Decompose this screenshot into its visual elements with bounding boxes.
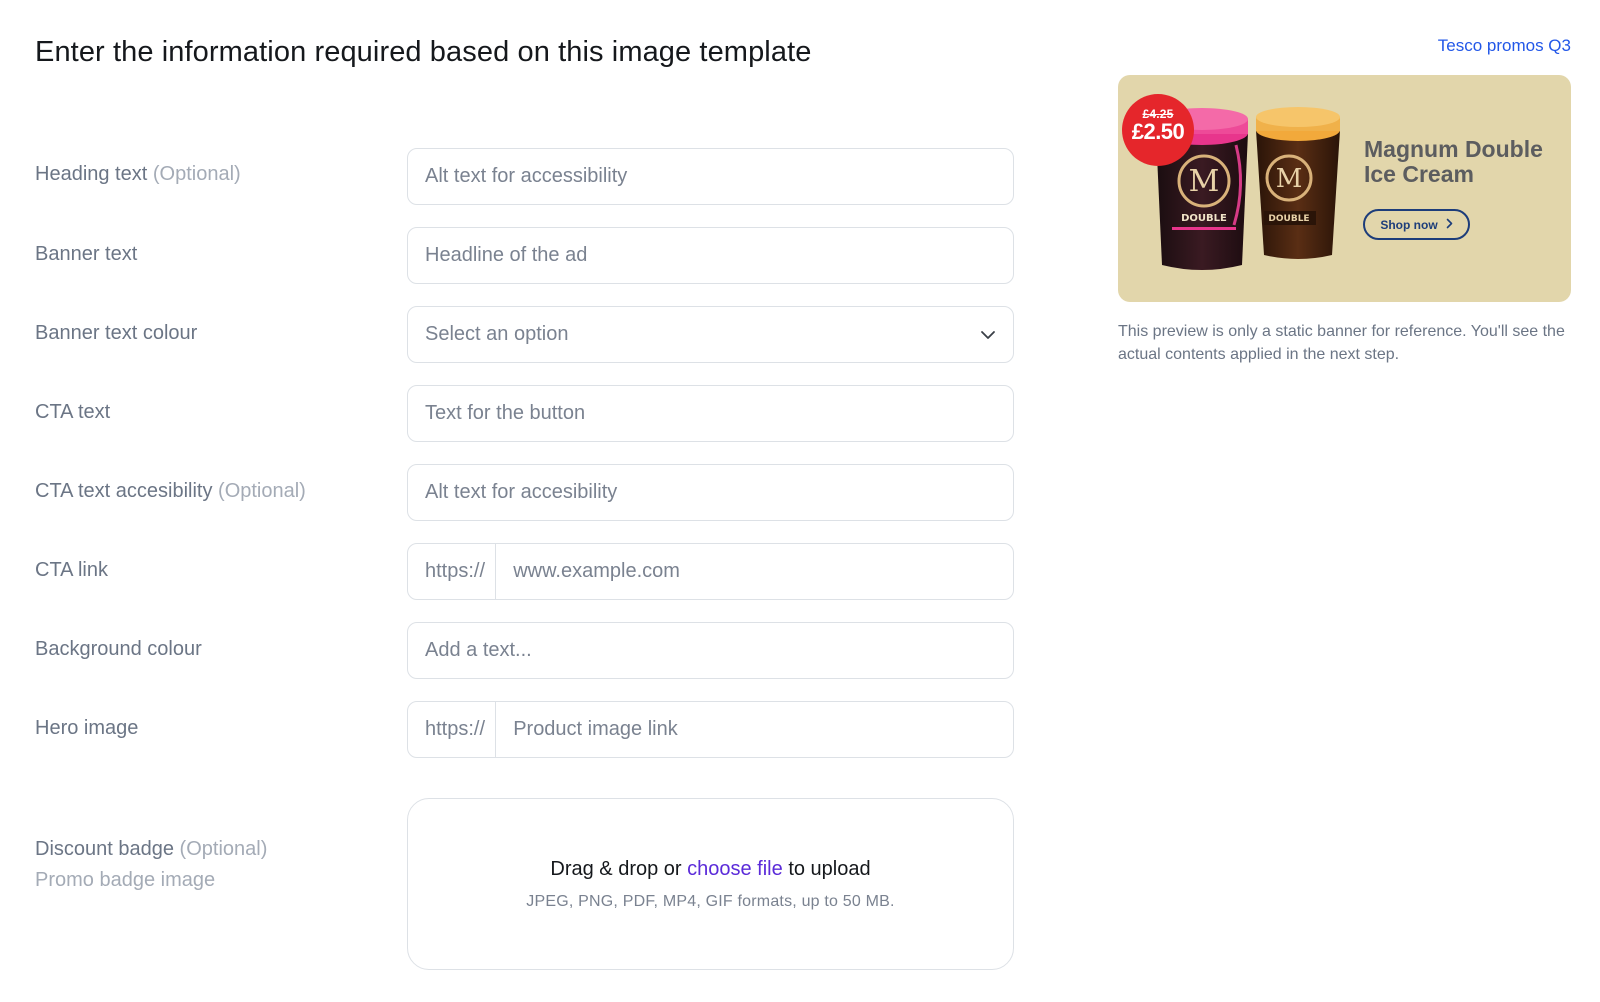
cta-link-input[interactable] <box>496 560 1013 583</box>
banner-text-input[interactable] <box>425 244 996 267</box>
url-prefix: https:// <box>408 544 497 599</box>
banner-text-field[interactable] <box>407 227 1014 284</box>
template-form: Heading text (Optional) Banner text Bann… <box>35 0 1015 1002</box>
discount-badge-label-text: Discount badge <box>35 838 174 860</box>
heading-text-label: Heading text (Optional) <box>35 163 241 186</box>
url-prefix: https:// <box>408 702 497 757</box>
cta-accessibility-input[interactable] <box>425 481 996 504</box>
banner-text-colour-label: Banner text colour <box>35 322 198 344</box>
discount-badge-sublabel: Promo badge image <box>35 869 216 891</box>
cta-accessibility-field[interactable] <box>407 464 1014 521</box>
heading-text-input[interactable] <box>425 165 996 188</box>
chevron-down-icon <box>980 327 996 343</box>
hero-image-input[interactable] <box>496 718 1013 741</box>
optional-tag: (Optional) <box>152 163 241 185</box>
shop-now-button: Shop now <box>1363 209 1470 240</box>
upload-prefix-text: Drag & drop or <box>550 857 682 880</box>
heading-text-label-text: Heading text <box>35 163 148 185</box>
preview-title: Magnum Double Ice Cream <box>1364 136 1543 187</box>
optional-tag: (Optional) <box>179 838 268 860</box>
upload-instructions: Drag & drop or choose file to upload <box>550 858 870 881</box>
upload-format-hint: JPEG, PNG, PDF, MP4, GIF formats, up to … <box>526 892 895 910</box>
cta-text-label: CTA text <box>35 401 111 423</box>
optional-tag: (Optional) <box>218 480 306 502</box>
preview-note: This preview is only a static banner for… <box>1118 323 1565 363</box>
banner-text-label: Banner text <box>35 243 138 265</box>
cta-accessibility-label-text: CTA text accesibility <box>35 480 213 502</box>
hero-image-field[interactable]: https:// <box>407 701 1014 758</box>
banner-text-colour-select[interactable]: Select an option <box>407 306 1014 363</box>
background-colour-input[interactable] <box>425 639 996 662</box>
discount-badge: £4.25 £2.50 <box>1122 94 1194 166</box>
new-price: £2.50 <box>1131 119 1185 144</box>
choose-file-link[interactable]: choose file <box>687 858 783 880</box>
banner-preview: M DOUBLE M DOUBLE £4.25 £2.50 Magnum Dou… <box>1118 75 1571 302</box>
shop-now-label: Shop now <box>1380 217 1438 232</box>
upload-suffix-text: to upload <box>788 857 871 880</box>
chevron-right-icon <box>1446 218 1453 232</box>
hero-image-label: Hero image <box>35 717 139 739</box>
cta-text-field[interactable] <box>407 385 1014 442</box>
svg-text:M: M <box>1276 164 1303 194</box>
cta-link-label: CTA link <box>35 559 108 581</box>
tub-label: DOUBLE <box>1268 214 1309 224</box>
svg-text:M: M <box>1189 164 1220 199</box>
cta-link-field[interactable]: https:// <box>407 543 1014 600</box>
background-colour-label: Background colour <box>35 638 202 660</box>
tub-label: DOUBLE <box>1181 213 1227 224</box>
cta-text-input[interactable] <box>425 402 996 425</box>
heading-text-field[interactable] <box>407 148 1014 205</box>
upload-dropzone[interactable]: Drag & drop or choose file to upload JPE… <box>407 798 1014 970</box>
discount-badge-label: Discount badge (Optional) Promo badge im… <box>35 838 267 892</box>
select-value: Select an option <box>425 323 569 345</box>
campaign-link[interactable]: Tesco promos Q3 <box>1438 36 1571 56</box>
cta-accessibility-label: CTA text accesibility (Optional) <box>35 480 306 503</box>
background-colour-field[interactable] <box>407 622 1014 679</box>
